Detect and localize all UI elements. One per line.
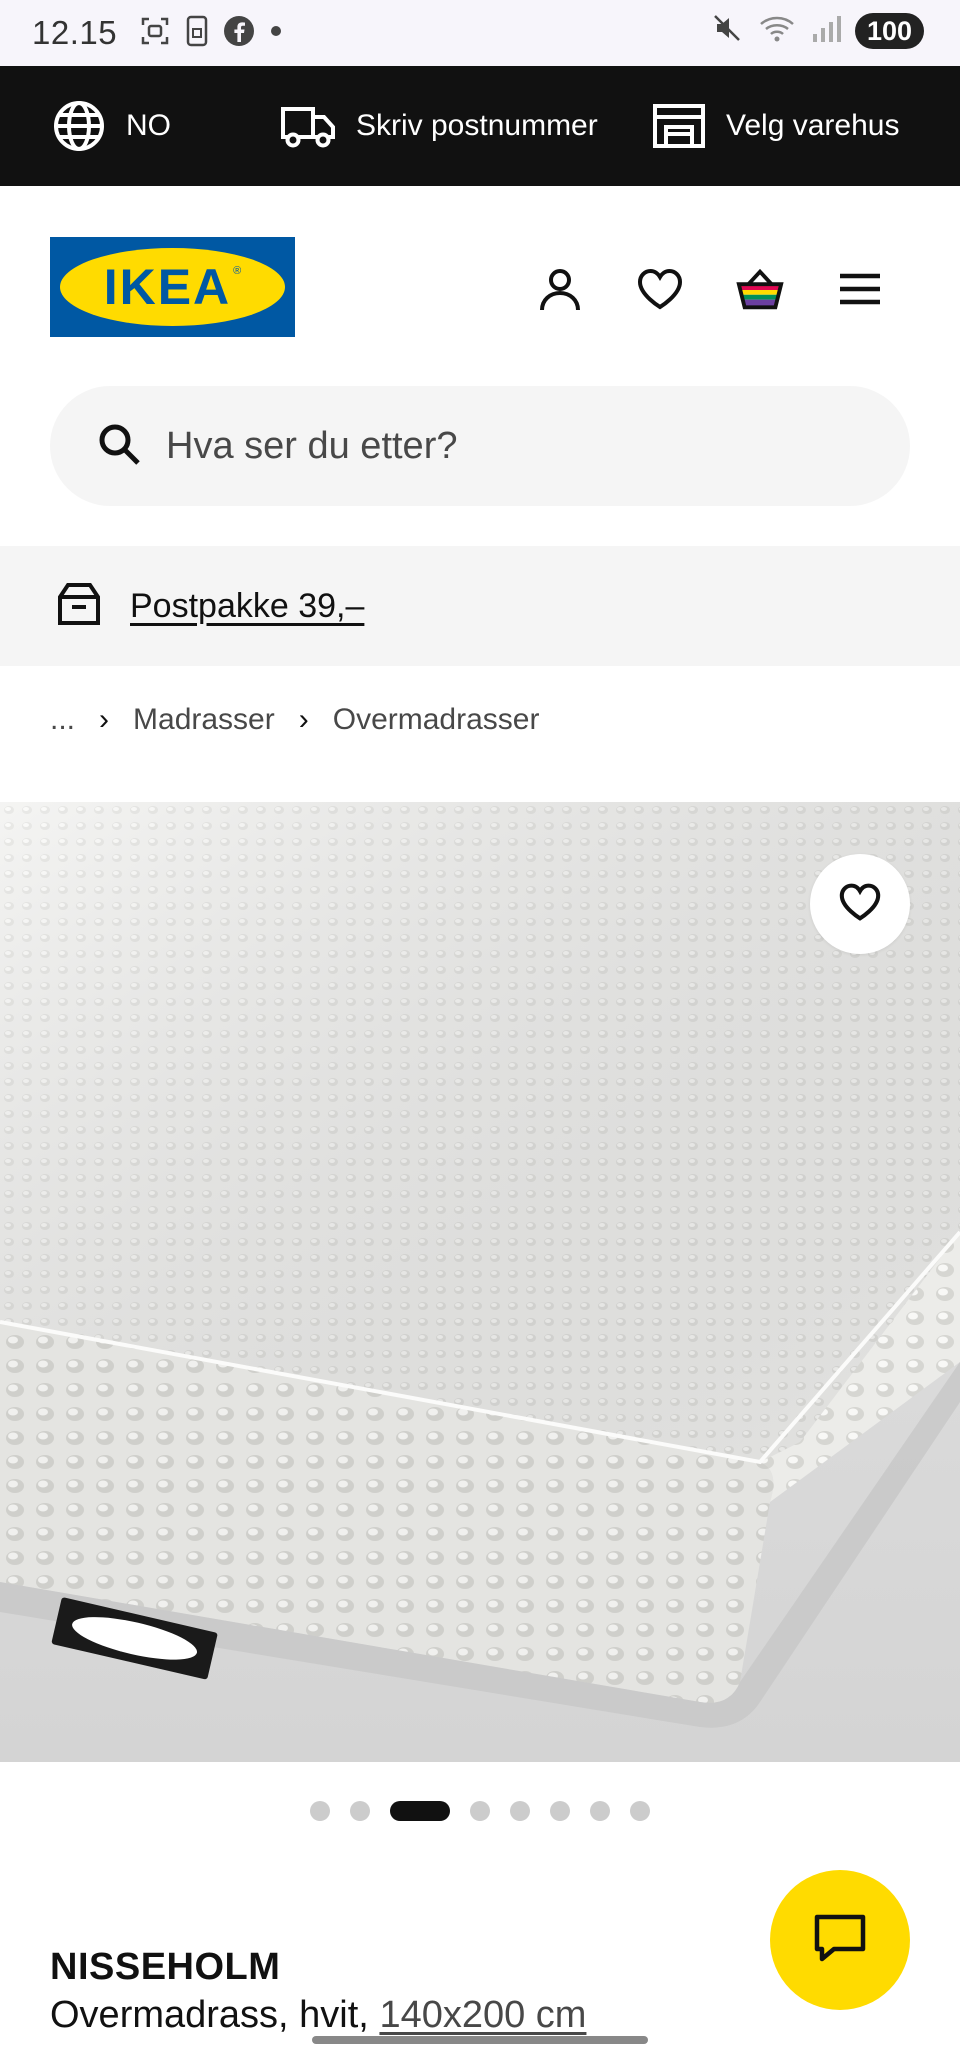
promo-banner[interactable]: Postpakke 39,– bbox=[0, 546, 960, 666]
promo-link[interactable]: Postpakke 39,– bbox=[130, 587, 364, 626]
breadcrumb-item-overmadrasser[interactable]: Overmadrasser bbox=[333, 703, 540, 737]
language-selector[interactable]: NO bbox=[52, 99, 171, 153]
dot-icon bbox=[269, 24, 283, 43]
product-size-link[interactable]: 140x200 cm bbox=[379, 1994, 586, 2036]
heart-icon[interactable] bbox=[635, 264, 685, 314]
menu-icon[interactable] bbox=[835, 264, 885, 314]
carousel-dot[interactable] bbox=[470, 1801, 490, 1821]
product-image[interactable] bbox=[0, 802, 960, 1762]
carousel-dots bbox=[0, 1798, 960, 1824]
carousel-dot[interactable] bbox=[550, 1801, 570, 1821]
globe-icon bbox=[52, 99, 106, 153]
logo-oval: IKEA ® bbox=[60, 248, 285, 326]
product-description-text: Overmadrass, hvit, bbox=[50, 1994, 369, 2036]
status-time: 12.15 bbox=[32, 14, 118, 51]
store-selector[interactable]: Velg varehus bbox=[652, 103, 899, 149]
mattress-photo bbox=[0, 802, 960, 1762]
facebook-icon bbox=[223, 15, 255, 52]
breadcrumb-ellipsis[interactable]: ... bbox=[50, 703, 75, 737]
product-name: NISSEHOLM bbox=[50, 1946, 281, 1988]
chevron-right-icon: › bbox=[99, 703, 110, 736]
account-icon[interactable] bbox=[535, 264, 585, 314]
status-right: 100 bbox=[711, 12, 924, 49]
sim-icon bbox=[185, 15, 209, 52]
signal-icon bbox=[811, 12, 841, 49]
favorite-button[interactable] bbox=[810, 854, 910, 954]
screenshot-icon bbox=[139, 15, 171, 52]
status-bar: 12.15 100 bbox=[0, 0, 960, 66]
carousel-dot[interactable] bbox=[350, 1801, 370, 1821]
status-left-icons bbox=[139, 15, 283, 52]
top-bar: NO Skriv postnummer Velg varehus bbox=[0, 66, 960, 186]
store-icon bbox=[652, 103, 706, 149]
cart-icon[interactable] bbox=[735, 264, 785, 314]
search-placeholder: Hva ser du etter? bbox=[166, 424, 458, 467]
heart-icon bbox=[838, 882, 882, 927]
postcode-button[interactable]: Skriv postnummer bbox=[280, 103, 598, 149]
search-icon bbox=[96, 421, 142, 472]
carousel-dot[interactable] bbox=[390, 1801, 450, 1821]
battery-indicator: 100 bbox=[854, 12, 924, 49]
header: IKEA ® bbox=[0, 186, 960, 376]
breadcrumb-item-madrasser[interactable]: Madrasser bbox=[133, 703, 275, 737]
carousel-dot[interactable] bbox=[510, 1801, 530, 1821]
logo-text: IKEA bbox=[103, 259, 232, 315]
carousel-dot[interactable] bbox=[310, 1801, 330, 1821]
carousel-dot[interactable] bbox=[630, 1801, 650, 1821]
logo-reg: ® bbox=[233, 265, 242, 277]
chat-icon bbox=[812, 1912, 868, 1969]
truck-icon bbox=[280, 103, 336, 149]
chevron-right-icon: › bbox=[298, 703, 309, 736]
ikea-logo[interactable]: IKEA ® bbox=[50, 237, 295, 337]
product-description: Overmadrass, hvit, 140x200 cm bbox=[50, 1994, 586, 2037]
postcode-label: Skriv postnummer bbox=[356, 109, 598, 142]
parcel-icon bbox=[56, 581, 102, 632]
carousel-dot[interactable] bbox=[590, 1801, 610, 1821]
wifi-icon bbox=[757, 12, 797, 49]
search-input[interactable]: Hva ser du etter? bbox=[50, 386, 910, 506]
chat-button[interactable] bbox=[770, 1870, 910, 2010]
breadcrumb: ... › Madrasser › Overmadrasser bbox=[50, 700, 539, 740]
home-indicator bbox=[312, 2036, 648, 2044]
mute-icon bbox=[711, 12, 743, 49]
language-label: NO bbox=[126, 109, 171, 142]
store-label: Velg varehus bbox=[726, 109, 900, 142]
